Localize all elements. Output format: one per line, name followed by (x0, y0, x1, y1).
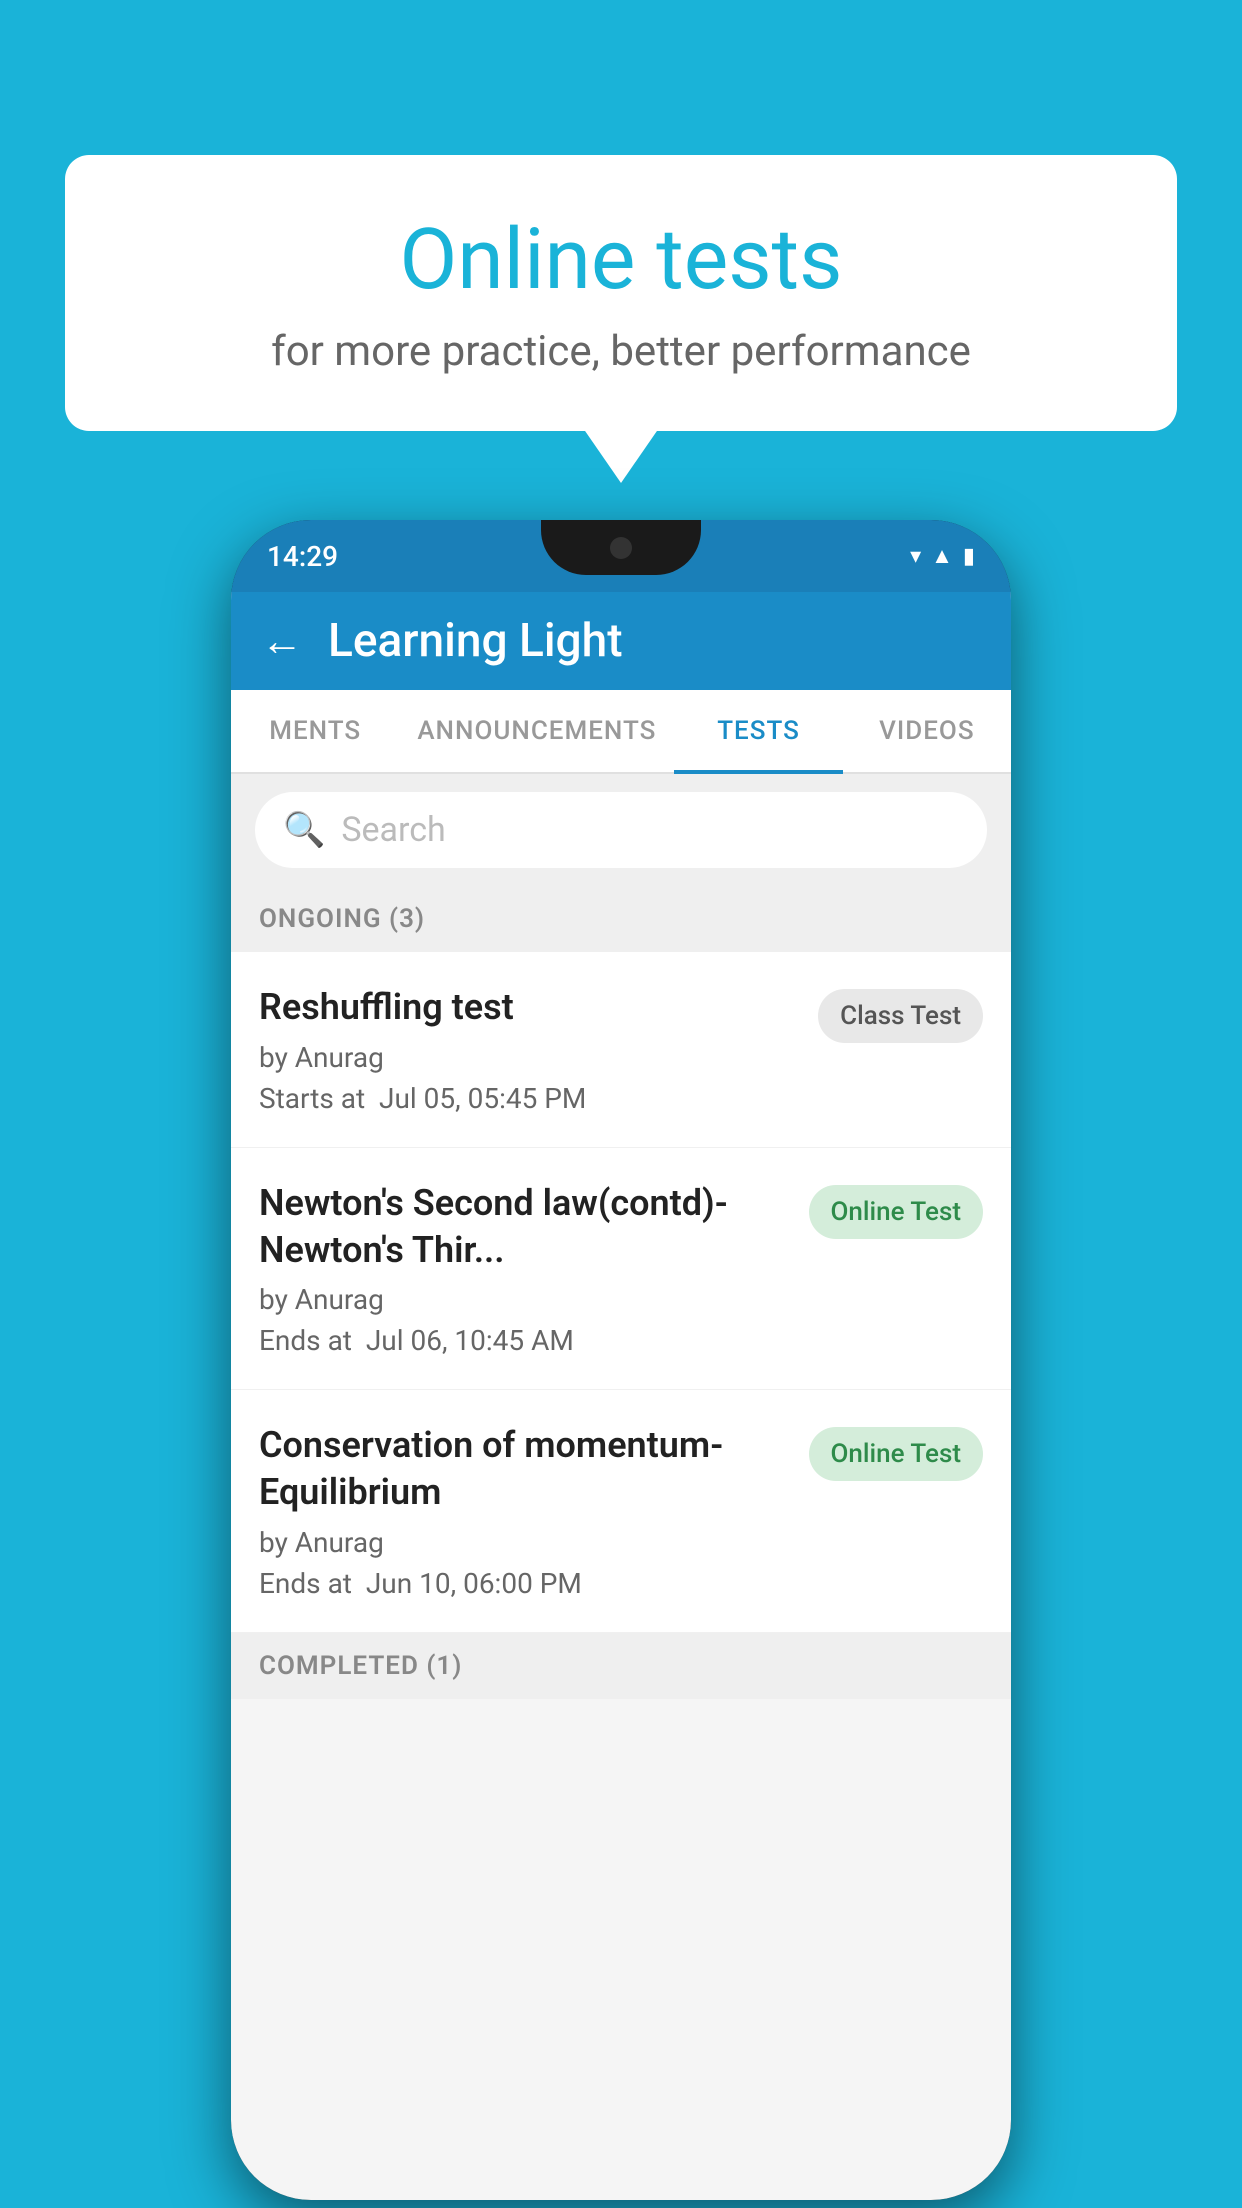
search-icon: 🔍 (283, 810, 325, 850)
phone-container: 14:29 ▾ ▲ ▮ ← Learning Light MENTS ANNOU… (231, 520, 1011, 2200)
back-button[interactable]: ← (261, 617, 303, 666)
test-info: Conservation of momentum-Equilibrium by … (259, 1422, 789, 1600)
status-bar: 14:29 ▾ ▲ ▮ (231, 520, 1011, 592)
time-label: Ends at (259, 1567, 352, 1600)
bubble-title: Online tests (125, 210, 1117, 309)
time-value: Jul 05, 05:45 PM (379, 1082, 586, 1115)
test-title: Conservation of momentum-Equilibrium (259, 1422, 789, 1516)
bubble-subtitle: for more practice, better performance (125, 327, 1117, 376)
status-time: 14:29 (267, 540, 338, 573)
tab-tests[interactable]: TESTS (674, 690, 842, 772)
time-value: Jul 06, 10:45 AM (366, 1324, 574, 1357)
test-author: by Anurag (259, 1041, 798, 1074)
ongoing-section-header: ONGOING (3) (231, 886, 1011, 952)
test-time: Starts at Jul 05, 05:45 PM (259, 1082, 798, 1115)
test-item[interactable]: Conservation of momentum-Equilibrium by … (231, 1390, 1011, 1633)
test-badge-class: Class Test (818, 989, 983, 1043)
test-list: Reshuffling test by Anurag Starts at Jul… (231, 952, 1011, 1633)
tab-ments[interactable]: MENTS (231, 690, 399, 772)
test-author: by Anurag (259, 1526, 789, 1559)
test-time: Ends at Jun 10, 06:00 PM (259, 1567, 789, 1600)
app-header: ← Learning Light (231, 592, 1011, 690)
notch (541, 520, 701, 575)
signal-icon: ▲ (931, 543, 953, 569)
app-title: Learning Light (328, 614, 623, 668)
test-author: by Anurag (259, 1283, 789, 1316)
tabs-bar: MENTS ANNOUNCEMENTS TESTS VIDEOS (231, 690, 1011, 774)
completed-section-header: COMPLETED (1) (231, 1633, 1011, 1699)
test-title: Newton's Second law(contd)-Newton's Thir… (259, 1180, 789, 1274)
time-value: Jun 10, 06:00 PM (366, 1567, 582, 1600)
test-badge-online: Online Test (809, 1185, 984, 1239)
time-label: Starts at (259, 1082, 365, 1115)
phone-screen: ← Learning Light MENTS ANNOUNCEMENTS TES… (231, 592, 1011, 2200)
test-info: Newton's Second law(contd)-Newton's Thir… (259, 1180, 789, 1358)
search-container: 🔍 Search (231, 774, 1011, 886)
wifi-icon: ▾ (910, 544, 921, 569)
phone-frame: 14:29 ▾ ▲ ▮ ← Learning Light MENTS ANNOU… (231, 520, 1011, 2200)
test-badge-online: Online Test (809, 1427, 984, 1481)
test-title: Reshuffling test (259, 984, 798, 1031)
test-item[interactable]: Reshuffling test by Anurag Starts at Jul… (231, 952, 1011, 1148)
search-box[interactable]: 🔍 Search (255, 792, 987, 868)
front-camera (610, 537, 632, 559)
time-label: Ends at (259, 1324, 352, 1357)
test-item[interactable]: Newton's Second law(contd)-Newton's Thir… (231, 1148, 1011, 1391)
test-info: Reshuffling test by Anurag Starts at Jul… (259, 984, 798, 1115)
search-input[interactable]: Search (341, 810, 445, 850)
tab-videos[interactable]: VIDEOS (843, 690, 1011, 772)
battery-icon: ▮ (963, 544, 975, 569)
speech-bubble: Online tests for more practice, better p… (65, 155, 1177, 431)
status-icons: ▾ ▲ ▮ (910, 543, 975, 569)
test-time: Ends at Jul 06, 10:45 AM (259, 1324, 789, 1357)
speech-bubble-container: Online tests for more practice, better p… (65, 155, 1177, 431)
tab-announcements[interactable]: ANNOUNCEMENTS (399, 690, 674, 772)
